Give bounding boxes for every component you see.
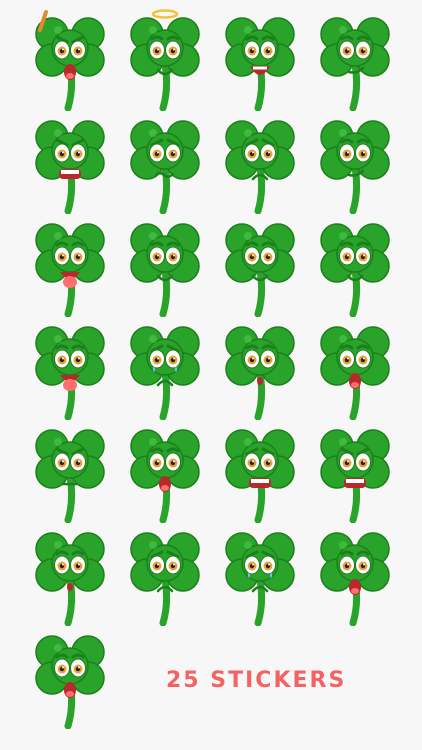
shamrock-icon (320, 326, 390, 420)
shamrock-sticker[interactable] (212, 523, 307, 626)
shamrock-sticker[interactable] (212, 420, 307, 523)
shamrock-icon (130, 532, 200, 626)
shamrock-icon (130, 223, 200, 317)
shamrock-icon (35, 532, 105, 626)
shamrock-sticker[interactable] (117, 111, 212, 214)
shamrock-icon (225, 120, 295, 214)
shamrock-sticker[interactable] (212, 214, 307, 317)
shamrock-sticker[interactable] (307, 317, 402, 420)
shamrock-sticker[interactable] (117, 317, 212, 420)
shamrock-icon (320, 429, 390, 523)
shamrock-icon (130, 9, 200, 111)
shamrock-sticker[interactable] (307, 420, 402, 523)
shamrock-sticker[interactable] (307, 8, 402, 111)
shamrock-icon (225, 223, 295, 317)
shamrock-icon (320, 532, 390, 626)
shamrock-sticker[interactable] (22, 626, 117, 729)
shamrock-sticker[interactable] (117, 8, 212, 111)
shamrock-icon (225, 532, 295, 626)
sticker-grid (22, 8, 402, 729)
shamrock-icon (130, 120, 200, 214)
shamrock-icon (225, 17, 295, 111)
shamrock-sticker[interactable] (22, 420, 117, 523)
shamrock-icon (35, 429, 105, 523)
shamrock-sticker[interactable] (117, 523, 212, 626)
shamrock-icon (35, 10, 105, 111)
shamrock-icon (225, 326, 295, 420)
shamrock-icon (225, 429, 295, 523)
shamrock-icon (35, 120, 105, 214)
shamrock-sticker[interactable] (212, 8, 307, 111)
shamrock-sticker[interactable] (117, 214, 212, 317)
app-screen: { "caption": "25 STICKERS", "colors": { … (0, 0, 422, 750)
shamrock-icon (320, 120, 390, 214)
shamrock-sticker[interactable] (22, 523, 117, 626)
shamrock-sticker[interactable] (307, 111, 402, 214)
shamrock-sticker[interactable] (22, 8, 117, 111)
shamrock-sticker[interactable] (22, 214, 117, 317)
shamrock-sticker[interactable] (307, 214, 402, 317)
shamrock-icon (320, 223, 390, 317)
shamrock-icon (35, 635, 105, 729)
shamrock-icon (130, 326, 200, 420)
shamrock-icon (35, 223, 105, 317)
shamrock-sticker[interactable] (22, 111, 117, 214)
shamrock-sticker[interactable] (307, 523, 402, 626)
shamrock-sticker[interactable] (212, 111, 307, 214)
shamrock-sticker[interactable] (22, 317, 117, 420)
sticker-count-label: 25 STICKERS (166, 668, 347, 693)
shamrock-icon (130, 429, 200, 523)
shamrock-sticker[interactable] (212, 317, 307, 420)
shamrock-sticker[interactable] (117, 420, 212, 523)
shamrock-icon (35, 326, 105, 420)
shamrock-icon (320, 17, 390, 111)
